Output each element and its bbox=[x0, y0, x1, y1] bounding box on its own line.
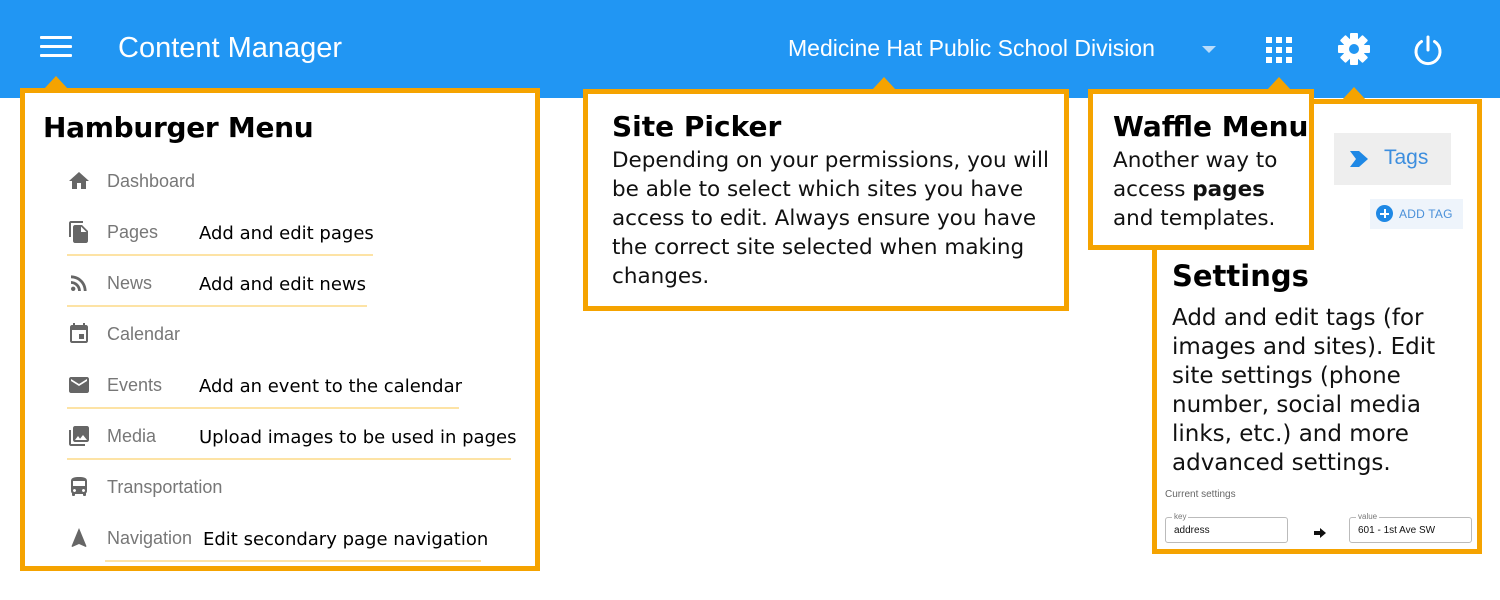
site-picker-title: Site Picker bbox=[612, 110, 782, 143]
menu-item-note: Add an event to the calendar bbox=[199, 376, 463, 397]
setting-key-field[interactable]: key address bbox=[1165, 512, 1288, 543]
tags-label: Tags bbox=[1384, 146, 1429, 169]
waffle-menu-description: Another way to access pages and template… bbox=[1113, 146, 1303, 233]
menu-item-label: Dashboard bbox=[107, 171, 196, 191]
current-settings-label: Current settings bbox=[1165, 489, 1236, 500]
menu-item-news[interactable]: News Add and edit news bbox=[67, 271, 527, 311]
settings-title: Settings bbox=[1172, 259, 1309, 293]
hamburger-menu-callout: Hamburger Menu Dashboard Pages Add and e… bbox=[20, 88, 540, 571]
add-circle-icon bbox=[1376, 205, 1393, 222]
menu-item-note: Add and edit news bbox=[199, 274, 367, 295]
navigation-arrow-icon bbox=[67, 526, 91, 550]
hamburger-icon[interactable] bbox=[40, 36, 72, 64]
note-underline bbox=[67, 254, 373, 256]
add-tag-label: ADD TAG bbox=[1399, 207, 1453, 221]
tags-chip[interactable]: Tags bbox=[1334, 133, 1451, 185]
gear-icon[interactable] bbox=[1337, 32, 1371, 66]
site-name: Medicine Hat Public School Division bbox=[788, 35, 1155, 61]
chevron-down-icon bbox=[1202, 46, 1216, 53]
note-underline bbox=[67, 458, 511, 460]
site-picker-description: Depending on your permissions, you will … bbox=[612, 148, 1049, 289]
add-tag-button[interactable]: ADD TAG bbox=[1370, 199, 1463, 229]
rss-icon bbox=[67, 271, 91, 295]
menu-item-note: Edit secondary page navigation bbox=[203, 529, 489, 550]
waffle-menu-callout: Waffle Menu Another way to access pages … bbox=[1088, 89, 1314, 250]
calendar-icon bbox=[67, 322, 91, 346]
pages-icon bbox=[67, 220, 91, 244]
note-underline bbox=[67, 407, 459, 409]
menu-item-label: Events bbox=[107, 375, 163, 395]
photo-library-icon bbox=[67, 424, 91, 448]
setting-value-field[interactable]: value 601 - 1st Ave SW bbox=[1349, 512, 1472, 543]
note-underline bbox=[67, 305, 367, 307]
apps-grid-icon[interactable] bbox=[1266, 37, 1292, 63]
menu-item-note: Add and edit pages bbox=[199, 223, 374, 244]
home-icon bbox=[67, 169, 91, 193]
menu-item-label: Navigation bbox=[107, 528, 193, 548]
hamburger-menu-title: Hamburger Menu bbox=[43, 111, 314, 144]
key-field-label: key bbox=[1172, 512, 1189, 521]
menu-item-transportation[interactable]: Transportation bbox=[67, 475, 527, 515]
power-icon[interactable] bbox=[1411, 33, 1445, 67]
waffle-text-bold: pages bbox=[1192, 177, 1265, 202]
arrow-right-icon bbox=[1314, 525, 1326, 538]
menu-item-media[interactable]: Media Upload images to be used in pages bbox=[67, 424, 527, 464]
value-field-label: value bbox=[1356, 512, 1380, 521]
mail-icon bbox=[67, 373, 91, 397]
menu-item-events[interactable]: Events Add an event to the calendar bbox=[67, 373, 527, 413]
menu-item-dashboard[interactable]: Dashboard bbox=[67, 169, 527, 209]
menu-item-note: Upload images to be used in pages bbox=[199, 427, 517, 448]
app-title: Content Manager bbox=[118, 32, 343, 64]
key-field-value: address bbox=[1174, 525, 1210, 536]
menu-item-label: Media bbox=[107, 426, 157, 446]
menu-item-label: Transportation bbox=[107, 477, 223, 497]
bus-icon bbox=[67, 475, 91, 499]
waffle-text-after: and templates. bbox=[1113, 206, 1276, 231]
value-field-value: 601 - 1st Ave SW bbox=[1358, 525, 1436, 536]
site-picker[interactable]: Medicine Hat Public School Division bbox=[788, 35, 1216, 65]
menu-item-navigation[interactable]: Navigation Edit secondary page navigatio… bbox=[67, 526, 527, 566]
menu-item-pages[interactable]: Pages Add and edit pages bbox=[67, 220, 527, 260]
site-picker-callout: Site Picker Depending on your permission… bbox=[583, 89, 1069, 311]
menu-item-calendar[interactable]: Calendar bbox=[67, 322, 527, 362]
label-tag-icon bbox=[1350, 151, 1368, 167]
menu-item-label: Calendar bbox=[107, 324, 181, 344]
settings-description: Add and edit tags (for images and sites)… bbox=[1172, 305, 1436, 476]
note-underline bbox=[105, 560, 481, 562]
waffle-menu-title: Waffle Menu bbox=[1113, 110, 1309, 143]
menu-item-label: Pages bbox=[107, 222, 159, 242]
menu-item-label: News bbox=[107, 273, 153, 293]
